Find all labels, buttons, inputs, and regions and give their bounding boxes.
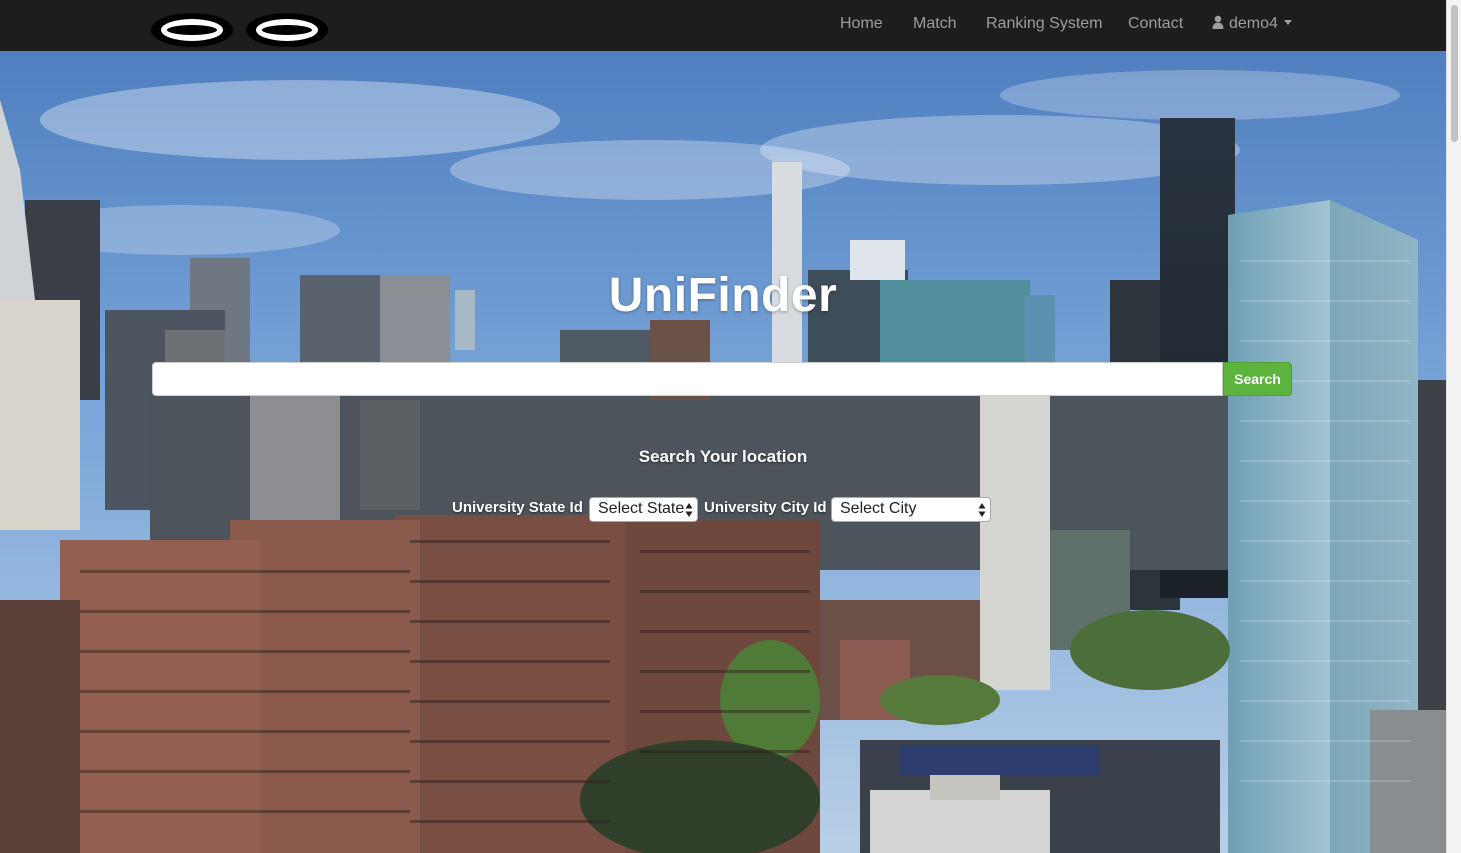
ring-logo-icon[interactable] [246, 13, 328, 47]
top-navbar: Home Match Ranking System Contact demo4 [0, 0, 1446, 51]
select-arrows-icon [685, 503, 693, 517]
city-filter-label: University City Id [704, 499, 827, 516]
nav-link-contact[interactable]: Contact [1128, 15, 1183, 33]
search-input[interactable] [152, 362, 1223, 396]
user-menu-dropdown[interactable]: demo4 [1212, 15, 1292, 33]
page-title: UniFinder [608, 269, 838, 322]
select-arrows-icon [978, 503, 986, 517]
nav-link-home[interactable]: Home [840, 15, 883, 33]
nav-link-match[interactable]: Match [913, 15, 957, 33]
search-button[interactable]: Search [1223, 362, 1292, 396]
state-filter-label: University State Id [452, 499, 583, 516]
caret-down-icon [1283, 20, 1292, 25]
nav-link-ranking-system[interactable]: Ranking System [986, 15, 1103, 33]
state-select[interactable]: Select State [589, 497, 698, 522]
city-select-value: Select City [840, 500, 917, 517]
city-select[interactable]: Select City [831, 497, 991, 522]
ring-logo-icon[interactable] [151, 13, 233, 47]
vertical-scrollbar[interactable] [1446, 0, 1461, 853]
user-name: demo4 [1229, 15, 1278, 32]
location-heading: Search Your location [638, 447, 808, 466]
user-icon [1212, 15, 1224, 29]
state-select-value: Select State [598, 500, 685, 517]
scrollbar-thumb[interactable] [1451, 5, 1458, 142]
